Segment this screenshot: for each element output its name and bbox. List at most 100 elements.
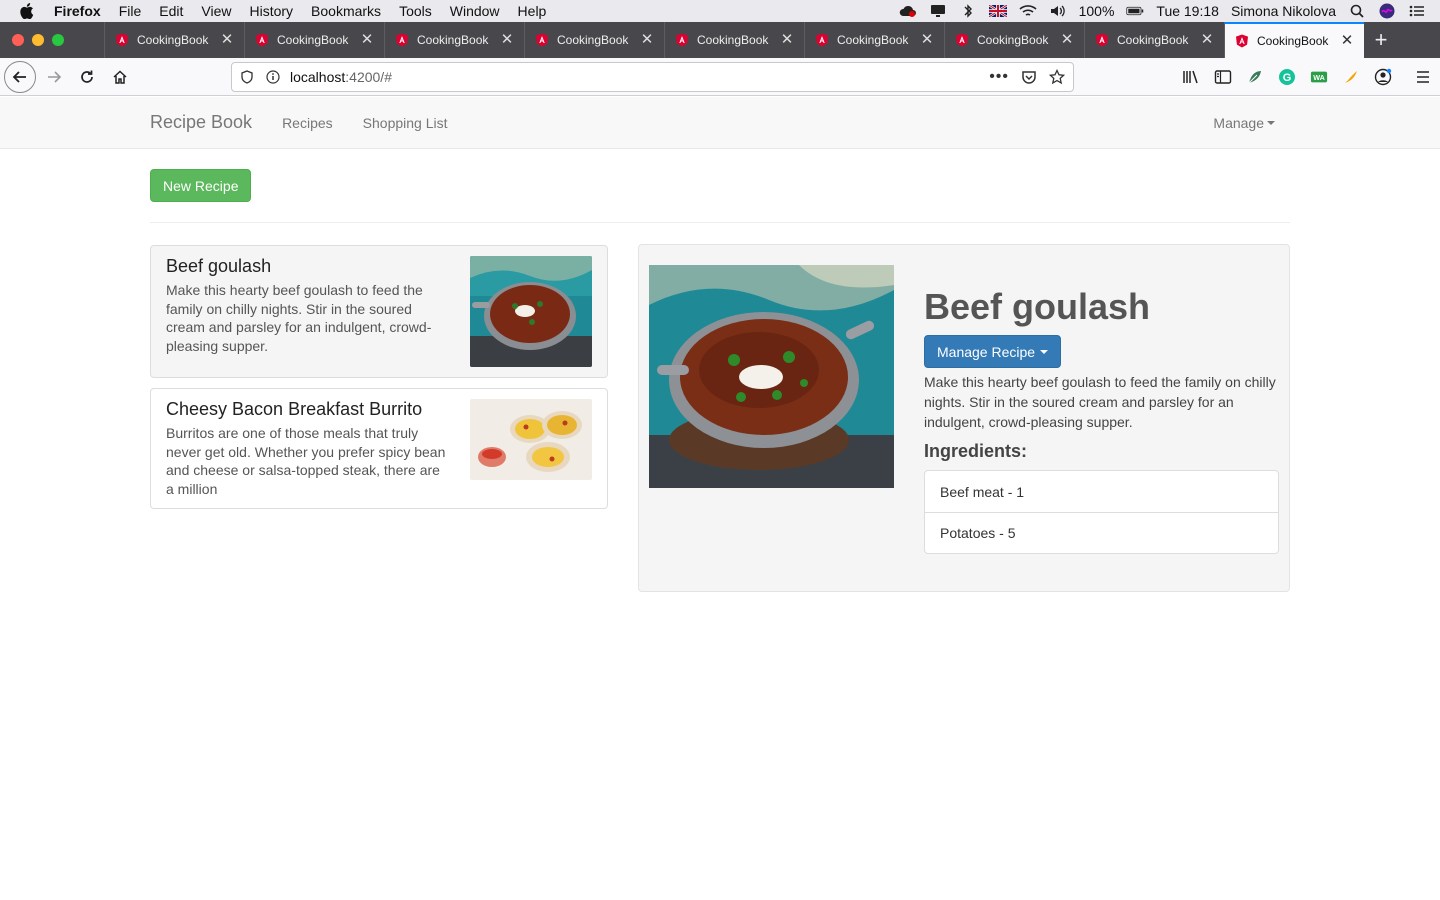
menu-help[interactable]: Help	[518, 3, 547, 19]
tab-title: CookingBook	[277, 33, 349, 47]
caret-down-icon	[1040, 349, 1049, 354]
angular-favicon-icon	[676, 33, 688, 47]
notification-center-icon[interactable]	[1408, 3, 1426, 19]
ingredient-item[interactable]: Beef meat - 1	[925, 471, 1278, 512]
browser-tab[interactable]: CookingBook ✕	[804, 22, 944, 58]
close-tab-icon[interactable]: ✕	[360, 32, 374, 47]
caret-down-icon	[1267, 120, 1275, 125]
url-path[interactable]: :4200/#	[345, 69, 392, 85]
window-controls	[0, 22, 104, 58]
whatsapp-extension-icon[interactable]: WA	[1310, 68, 1328, 86]
cloud-icon[interactable]	[899, 3, 917, 19]
volume-icon[interactable]	[1049, 3, 1067, 19]
nav-shopping-list[interactable]: Shopping List	[363, 115, 448, 131]
menu-view[interactable]: View	[201, 3, 231, 19]
angular-favicon-icon	[256, 33, 268, 47]
account-icon[interactable]	[1374, 68, 1392, 86]
extension-leaf-icon[interactable]	[1246, 68, 1264, 86]
library-icon[interactable]	[1182, 68, 1200, 86]
page-actions-menu-icon[interactable]: •••	[989, 68, 1009, 86]
manage-dropdown-label: Manage	[1213, 114, 1264, 131]
reload-button[interactable]	[72, 62, 102, 92]
manage-dropdown[interactable]: Manage	[1213, 115, 1275, 131]
close-window-button[interactable]	[12, 34, 24, 46]
menu-app-name[interactable]: Firefox	[54, 3, 101, 19]
manage-recipe-dropdown-button[interactable]: Manage Recipe	[924, 335, 1062, 368]
recipe-detail-image	[649, 265, 894, 488]
site-info-icon[interactable]	[266, 70, 280, 84]
menubar-user[interactable]: Simona Nikolova	[1231, 3, 1336, 19]
menu-history[interactable]: History	[249, 3, 293, 19]
browser-tab[interactable]: CookingBook ✕	[944, 22, 1084, 58]
forward-button[interactable]	[39, 62, 69, 92]
browser-tab[interactable]: CookingBook ✕	[104, 22, 244, 58]
close-tab-icon[interactable]: ✕	[1340, 33, 1354, 48]
close-tab-icon[interactable]: ✕	[1060, 32, 1074, 47]
hamburger-menu-icon[interactable]	[1414, 68, 1432, 86]
wifi-icon[interactable]	[1019, 3, 1037, 19]
bookmark-star-icon[interactable]	[1049, 69, 1065, 85]
close-tab-icon[interactable]: ✕	[780, 32, 794, 47]
grammarly-icon[interactable]: G	[1278, 68, 1296, 86]
menu-window[interactable]: Window	[450, 3, 500, 19]
macos-menu-bar: Firefox File Edit View History Bookmarks…	[0, 0, 1440, 22]
recipe-detail-description: Make this hearty beef goulash to feed th…	[924, 374, 1276, 430]
browser-tab[interactable]: CookingBook ✕	[1084, 22, 1224, 58]
menu-bookmarks[interactable]: Bookmarks	[311, 3, 381, 19]
menu-tools[interactable]: Tools	[399, 3, 432, 19]
menu-file[interactable]: File	[119, 3, 142, 19]
reload-icon	[81, 70, 93, 83]
recipe-text: Cheesy Bacon Breakfast Burrito Burritos …	[166, 399, 446, 498]
pocket-icon[interactable]	[1021, 69, 1037, 85]
new-recipe-button[interactable]: New Recipe	[150, 169, 252, 202]
sidebar-toggle-icon[interactable]	[1214, 68, 1232, 86]
home-button[interactable]	[105, 62, 135, 92]
ingredient-item[interactable]: Potatoes - 5	[925, 512, 1278, 553]
recipe-description: Burritos are one of those meals that tru…	[166, 425, 446, 497]
menu-edit[interactable]: Edit	[159, 3, 183, 19]
url-bar[interactable]: localhost:4200/# •••	[231, 62, 1074, 92]
browser-tab[interactable]: CookingBook ✕	[1224, 22, 1364, 58]
display-icon[interactable]	[929, 3, 947, 19]
browser-tab[interactable]: CookingBook ✕	[384, 22, 524, 58]
tracking-protection-shield-icon[interactable]	[240, 70, 254, 84]
new-tab-button[interactable]: +	[1364, 22, 1398, 58]
ingredients-heading: Ingredients:	[924, 441, 1028, 461]
svg-text:WA: WA	[1313, 73, 1325, 82]
flash-extension-icon[interactable]	[1342, 68, 1360, 86]
battery-icon[interactable]	[1126, 3, 1144, 19]
manage-recipe-label: Manage Recipe	[937, 343, 1036, 360]
bluetooth-icon[interactable]	[959, 3, 977, 19]
minimize-window-button[interactable]	[32, 34, 44, 46]
zoom-window-button[interactable]	[52, 34, 64, 46]
nav-recipes[interactable]: Recipes	[282, 115, 333, 131]
battery-percent: 100%	[1078, 3, 1115, 19]
recipe-list-item-breakfast-burrito[interactable]: Cheesy Bacon Breakfast Burrito Burritos …	[150, 388, 608, 509]
ingredients-list: Beef meat - 1 Potatoes - 5	[924, 470, 1279, 554]
spotlight-search-icon[interactable]	[1348, 3, 1366, 19]
browser-tab[interactable]: CookingBook ✕	[524, 22, 664, 58]
menubar-clock[interactable]: Tue 19:18	[1156, 3, 1219, 19]
close-tab-icon[interactable]: ✕	[500, 32, 514, 47]
browser-tab[interactable]: CookingBook ✕	[244, 22, 384, 58]
recipe-thumbnail-burrito	[470, 399, 592, 480]
recipe-description: Make this hearty beef goulash to feed th…	[166, 282, 432, 354]
url-host[interactable]: localhost	[290, 69, 345, 85]
back-button[interactable]	[4, 60, 36, 93]
browser-toolbar: localhost:4200/# ••• G WA	[0, 58, 1440, 96]
svg-text:G: G	[1283, 72, 1292, 84]
brand-link[interactable]: Recipe Book	[150, 112, 252, 133]
recipe-name: Beef goulash	[166, 256, 272, 276]
close-tab-icon[interactable]: ✕	[640, 32, 654, 47]
apple-icon[interactable]	[20, 3, 40, 19]
close-tab-icon[interactable]: ✕	[920, 32, 934, 47]
recipe-name: Cheesy Bacon Breakfast Burrito	[166, 399, 423, 419]
app-navbar: Recipe Book Recipes Shopping List Manage	[0, 97, 1440, 149]
browser-tab[interactable]: CookingBook ✕	[664, 22, 804, 58]
recipe-list-item-beef-goulash[interactable]: Beef goulash Make this hearty beef goula…	[150, 245, 608, 378]
close-tab-icon[interactable]: ✕	[1200, 32, 1214, 47]
close-tab-icon[interactable]: ✕	[220, 32, 234, 47]
angular-favicon-icon	[956, 33, 968, 47]
uk-flag-icon[interactable]	[988, 3, 1007, 19]
siri-icon[interactable]	[1378, 3, 1396, 19]
